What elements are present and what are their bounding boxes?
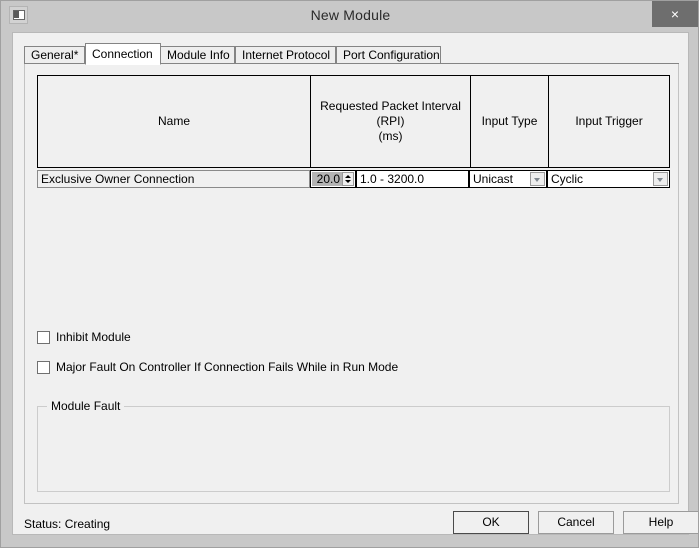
input-type-dropdown-button[interactable]: [530, 172, 545, 186]
column-header-name: Name: [38, 76, 310, 167]
module-fault-groupbox: [37, 406, 670, 492]
status-text: Status: Creating: [24, 517, 111, 531]
rpi-range-label: 1.0 - 3200.0: [356, 170, 469, 188]
inhibit-module-checkbox-row[interactable]: Inhibit Module: [37, 329, 131, 345]
tab-strip: General* Module Info Internet Protocol P…: [24, 43, 679, 65]
input-type-value: Unicast: [473, 172, 514, 186]
input-trigger-dropdown-button[interactable]: [653, 172, 668, 186]
help-button[interactable]: Help: [623, 511, 698, 534]
chevron-down-icon: [657, 178, 663, 182]
rpi-value[interactable]: 20.0: [312, 172, 342, 186]
close-button[interactable]: ×: [652, 1, 698, 27]
table-row: Exclusive Owner Connection 20.0 1.0 - 32…: [37, 170, 670, 189]
chevron-down-icon: [534, 178, 540, 182]
tab-internet-protocol[interactable]: Internet Protocol: [235, 46, 336, 64]
column-header-rpi: Requested Packet Interval (RPI) (ms): [310, 76, 470, 167]
tab-connection[interactable]: Connection: [85, 43, 161, 65]
title-bar: New Module ×: [1, 1, 698, 32]
input-type-dropdown[interactable]: Unicast: [469, 170, 547, 188]
connection-grid-header: Name Requested Packet Interval (RPI) (ms…: [37, 75, 670, 168]
chevron-down-icon[interactable]: [345, 180, 351, 183]
chevron-up-icon[interactable]: [345, 175, 351, 178]
major-fault-label: Major Fault On Controller If Connection …: [56, 360, 399, 374]
input-trigger-value: Cyclic: [551, 172, 583, 186]
major-fault-checkbox-row[interactable]: Major Fault On Controller If Connection …: [37, 359, 398, 375]
tab-general[interactable]: General*: [24, 46, 85, 64]
major-fault-checkbox[interactable]: [37, 360, 50, 374]
connection-grid: Name Requested Packet Interval (RPI) (ms…: [37, 75, 670, 188]
new-module-dialog: New Module × General* Module Info Intern…: [0, 0, 699, 548]
rpi-stepper-buttons[interactable]: [342, 172, 354, 186]
cell-connection-name[interactable]: Exclusive Owner Connection: [37, 170, 310, 188]
column-header-rpi-line2: (ms): [378, 129, 403, 143]
cancel-button[interactable]: Cancel: [538, 511, 614, 534]
tab-port-configuration[interactable]: Port Configuration: [336, 46, 441, 64]
ok-button[interactable]: OK: [453, 511, 529, 534]
rpi-stepper[interactable]: 20.0: [310, 170, 356, 188]
tab-module-info[interactable]: Module Info: [160, 46, 235, 64]
inhibit-module-checkbox[interactable]: [37, 330, 50, 344]
inhibit-module-label: Inhibit Module: [56, 330, 131, 344]
dialog-client-area: General* Module Info Internet Protocol P…: [12, 32, 698, 535]
column-header-rpi-line1: Requested Packet Interval (RPI): [320, 99, 461, 128]
column-header-input-type: Input Type: [470, 76, 548, 167]
window-title: New Module: [310, 7, 391, 23]
column-header-input-trigger: Input Trigger: [548, 76, 669, 167]
module-fault-legend: Module Fault: [47, 399, 125, 413]
input-trigger-dropdown[interactable]: Cyclic: [547, 170, 670, 188]
